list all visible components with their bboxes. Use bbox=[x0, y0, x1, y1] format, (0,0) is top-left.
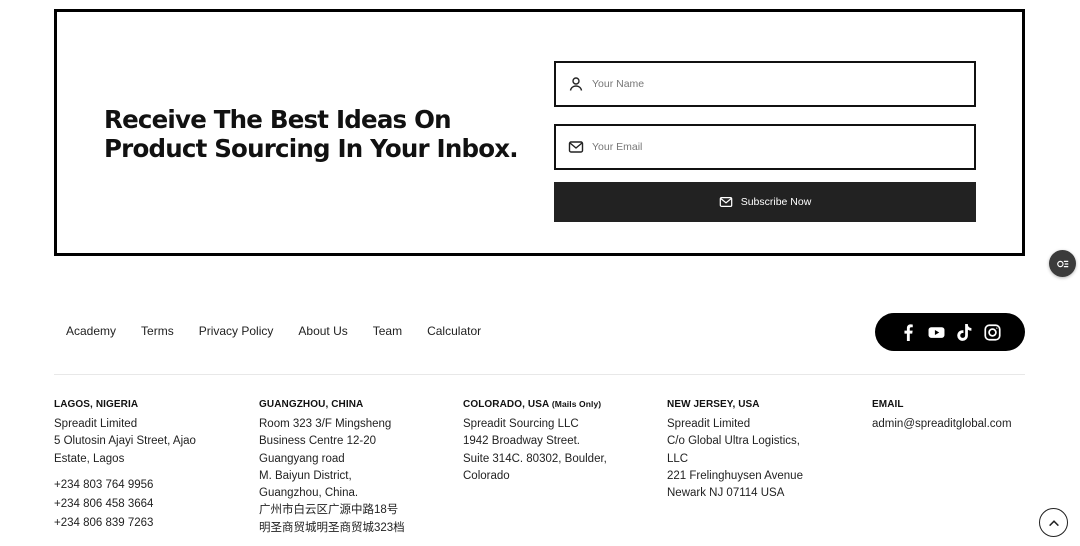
chevron-up-icon bbox=[1048, 519, 1059, 526]
address-line: Suite 314C. 80302, Boulder, bbox=[463, 452, 607, 465]
phone-number[interactable]: +234 803 764 9956 bbox=[54, 476, 254, 495]
office-new-jersey: NEW JERSEY, USA Spreadit Limited C/o Glo… bbox=[667, 399, 867, 502]
social-links bbox=[875, 313, 1025, 351]
subscribe-button[interactable]: Subscribe Now bbox=[554, 182, 976, 222]
address-line: Guangzhou, China. bbox=[259, 487, 359, 500]
address-line: Room 323 3/F Mingsheng bbox=[259, 418, 392, 430]
office-colorado: COLORADO, USA (Mails Only) Spreadit Sour… bbox=[463, 399, 663, 485]
newsletter-section: Receive The Best Ideas On Product Sourci… bbox=[54, 9, 1025, 256]
name-field[interactable] bbox=[554, 61, 976, 107]
office-heading-text: COLORADO, USA bbox=[463, 399, 549, 410]
address-line: 221 Frelinghuysen Avenue bbox=[667, 469, 803, 482]
address-line: Spreadit Limited bbox=[54, 418, 138, 430]
address-line: Estate, Lagos bbox=[54, 452, 125, 465]
office-heading: COLORADO, USA (Mails Only) bbox=[463, 399, 663, 410]
list-icon bbox=[1056, 260, 1068, 267]
mail-icon bbox=[719, 197, 732, 207]
subscribe-label: Subscribe Now bbox=[740, 196, 812, 208]
email-input[interactable] bbox=[592, 141, 952, 153]
address-line: 5 Olutosin Ajayi Street, Ajao bbox=[54, 435, 196, 448]
address-line: 广州市白云区广源中路18号 bbox=[259, 504, 399, 517]
office-heading: NEW JERSEY, USA bbox=[667, 399, 760, 410]
footer-nav: Academy Terms Privacy Policy About Us Te… bbox=[66, 324, 506, 338]
footer-link-about-us[interactable]: About Us bbox=[298, 324, 347, 338]
footer-divider bbox=[54, 374, 1025, 375]
footer-link-privacy-policy[interactable]: Privacy Policy bbox=[199, 324, 274, 338]
address-line: Newark NJ 07114 USA bbox=[667, 487, 785, 500]
office-heading: GUANGZHOU, CHINA bbox=[259, 399, 364, 410]
office-email: EMAIL admin@spreaditglobal.com bbox=[872, 399, 1072, 433]
instagram-icon[interactable] bbox=[983, 323, 1001, 341]
tiktok-icon[interactable] bbox=[956, 323, 973, 341]
email-field[interactable] bbox=[554, 124, 976, 170]
office-guangzhou: GUANGZHOU, CHINA Room 323 3/F Mingsheng … bbox=[259, 399, 459, 537]
footer-link-team[interactable]: Team bbox=[373, 324, 402, 338]
youtube-icon[interactable] bbox=[928, 324, 945, 341]
address-line: 1942 Broadway Street. bbox=[463, 435, 580, 448]
name-input[interactable] bbox=[592, 78, 952, 90]
phone-number[interactable]: +234 806 458 3664 bbox=[54, 495, 254, 514]
footer-link-academy[interactable]: Academy bbox=[66, 324, 116, 338]
phone-list: +234 803 764 9956 +234 806 458 3664 +234… bbox=[54, 476, 254, 533]
address-line: 明圣商贸城明圣商贸城323档 bbox=[259, 521, 405, 534]
address-line: LLC bbox=[667, 452, 689, 465]
address-line: Spreadit Sourcing LLC bbox=[463, 418, 579, 430]
address-line: Colorado bbox=[463, 469, 510, 482]
office-lagos: LAGOS, NIGERIA Spreadit Limited 5 Olutos… bbox=[54, 399, 254, 533]
office-heading-note: (Mails Only) bbox=[551, 399, 602, 409]
address-line: Business Centre 12-20 bbox=[259, 435, 376, 448]
back-to-top-button[interactable] bbox=[1039, 508, 1068, 537]
email-link[interactable]: admin@spreaditglobal.com bbox=[872, 416, 1072, 433]
office-heading: LAGOS, NIGERIA bbox=[54, 399, 139, 410]
facebook-icon[interactable] bbox=[900, 323, 917, 341]
address-line: Spreadit Limited bbox=[667, 418, 751, 430]
office-heading: EMAIL bbox=[872, 399, 904, 410]
address-line: C/o Global Ultra Logistics, bbox=[667, 435, 800, 448]
address-line: Guangyang road bbox=[259, 452, 345, 465]
mail-icon bbox=[568, 141, 584, 153]
floating-menu-button[interactable] bbox=[1049, 250, 1076, 277]
phone-number[interactable]: +234 806 839 7263 bbox=[54, 514, 254, 533]
footer-link-terms[interactable]: Terms bbox=[141, 324, 174, 338]
newsletter-title: Receive The Best Ideas On Product Sourci… bbox=[104, 105, 519, 163]
user-icon bbox=[569, 77, 583, 91]
footer-link-calculator[interactable]: Calculator bbox=[427, 324, 481, 338]
address-line: M. Baiyun District, bbox=[259, 469, 352, 482]
